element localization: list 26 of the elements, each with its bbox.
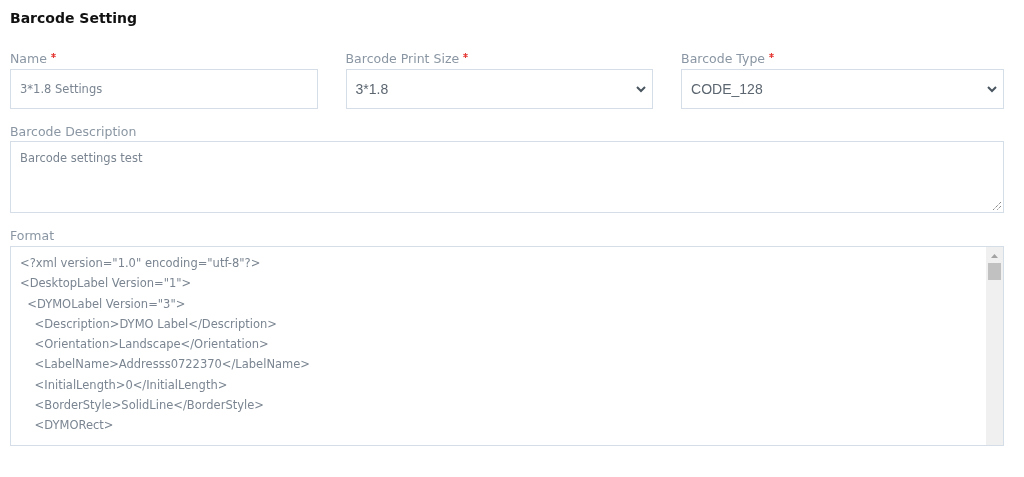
field-label: Name — [10, 51, 47, 66]
code-line: <LabelName>Addresss0722370</LabelName> — [33, 356, 311, 374]
field-label: Barcode Print Size — [345, 51, 460, 66]
code-line: <BorderStyle>SolidLine</BorderStyle> — [33, 397, 265, 415]
chevron-down-icon — [987, 85, 997, 93]
resize-handle-icon[interactable] — [993, 202, 1001, 210]
section-title: Barcode Setting — [10, 9, 139, 28]
select-dropdown[interactable]: 3*1.8 — [345, 69, 654, 109]
scrollbar[interactable] — [986, 247, 1003, 445]
field-label: Format — [10, 228, 55, 243]
code-line: <?xml version="1.0" encoding="utf-8"?> — [20, 255, 262, 272]
field-label: Barcode Description — [10, 124, 137, 139]
scroll-up-arrow-icon[interactable] — [991, 254, 998, 258]
field-label: Barcode Type — [681, 51, 766, 66]
code-line: <Description>DYMO Label</Description> — [33, 315, 278, 333]
code-line: <DYMORect> — [33, 417, 115, 435]
name-input-field[interactable]: 3*1.8 Settings — [10, 69, 318, 109]
code-line: <DesktopLabel Version="1"> — [20, 275, 193, 293]
format-text-area[interactable] — [10, 246, 1004, 446]
code-line: <Orientation>Landscape</Orientation> — [33, 336, 270, 354]
scroll-thumb[interactable] — [988, 263, 1001, 280]
select-dropdown[interactable]: CODE_128 — [681, 69, 1004, 109]
description-text-area[interactable]: Barcode settings test — [10, 141, 1004, 213]
code-line: <InitialLength>0</InitialLength> — [33, 376, 229, 394]
code-line: <DYMOLabel Version="3"> — [26, 295, 187, 313]
chevron-down-icon — [636, 85, 647, 93]
